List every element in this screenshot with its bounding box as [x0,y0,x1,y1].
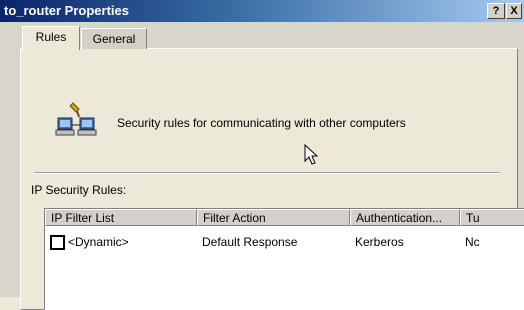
table-row[interactable]: <Dynamic> Default Response Kerberos Nc [45,233,524,251]
rules-description: Security rules for communicating with ot… [117,116,406,130]
close-button[interactable]: X [506,3,522,19]
rule-checkbox[interactable] [50,235,65,250]
tab-general[interactable]: General [81,28,147,49]
cell-authentication: Kerberos [355,235,404,249]
window-title: to_router Properties [4,3,129,18]
cell-tunnel: Nc [465,235,480,249]
network-computers-icon [55,102,97,136]
mouse-pointer-icon [304,144,319,165]
cell-filter-list: <Dynamic> [68,235,129,249]
column-header-ip-filter-list[interactable]: IP Filter List [45,209,197,226]
tab-rules[interactable]: Rules [22,26,80,50]
divider [34,172,500,174]
ip-security-rules-label: IP Security Rules: [31,183,127,197]
column-header-filter-action[interactable]: Filter Action [197,209,350,226]
list-header: IP Filter List Filter Action Authenticat… [45,209,524,228]
ip-security-rules-list[interactable]: IP Filter List Filter Action Authenticat… [44,208,524,310]
cell-filter-action: Default Response [202,235,298,249]
column-header-authentication[interactable]: Authentication... [350,209,460,226]
help-button[interactable]: ? [487,3,505,19]
column-header-tunnel[interactable]: Tu [460,209,524,226]
title-bar[interactable]: to_router Properties ? X [0,0,524,22]
